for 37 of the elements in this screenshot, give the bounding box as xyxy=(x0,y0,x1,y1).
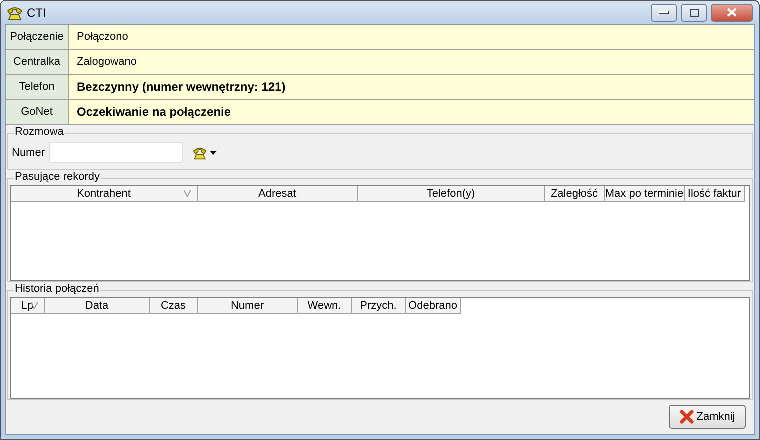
column-header[interactable]: Odebrano xyxy=(406,298,461,314)
minimize-button[interactable] xyxy=(651,4,677,22)
column-header[interactable]: Wewn. xyxy=(298,298,352,314)
status-label: Połączenie xyxy=(6,25,69,49)
column-header[interactable]: Adresat xyxy=(198,186,358,202)
status-value: Bezczynny (numer wewnętrzny: 121) xyxy=(69,75,754,99)
column-header[interactable]: Telefon(y) xyxy=(358,186,545,202)
status-label: Centralka xyxy=(6,50,69,74)
column-header[interactable]: Zaległość xyxy=(545,186,605,202)
maximize-button[interactable] xyxy=(681,4,707,22)
column-header[interactable]: Kontrahent xyxy=(11,186,198,202)
column-header[interactable]: Numer xyxy=(198,298,298,314)
telephone-icon xyxy=(7,4,23,20)
close-icon xyxy=(727,8,737,17)
close-button[interactable] xyxy=(711,4,753,22)
status-label: Telefon xyxy=(6,75,69,99)
field-label: Numer xyxy=(12,146,46,158)
caret-icon xyxy=(210,150,218,154)
close-icon xyxy=(680,410,694,424)
column-header[interactable]: Data xyxy=(45,298,150,314)
status-value: Połączono xyxy=(69,25,754,49)
column-header[interactable]: Czas xyxy=(150,298,198,314)
window-title: CTI xyxy=(27,6,48,20)
status-value: Zalogowano xyxy=(69,50,754,74)
status-value: Oczekiwanie na połączenie xyxy=(69,100,754,124)
group-title: Pasujące rekordy xyxy=(14,171,101,183)
column-header[interactable]: Ilość faktur xyxy=(685,186,745,202)
number-field[interactable] xyxy=(49,142,184,163)
minimize-icon xyxy=(659,10,669,14)
close-dialog-button[interactable]: Zamknij xyxy=(669,405,746,429)
status-label: GoNet xyxy=(6,100,69,124)
maximize-icon xyxy=(690,8,698,16)
column-header[interactable]: Max po terminie xyxy=(605,186,685,202)
telephone-icon xyxy=(193,146,208,160)
group-title: Historia połączeń xyxy=(14,283,100,295)
group-title: Rozmowa xyxy=(14,126,65,138)
column-header[interactable]: Przych. xyxy=(352,298,406,314)
